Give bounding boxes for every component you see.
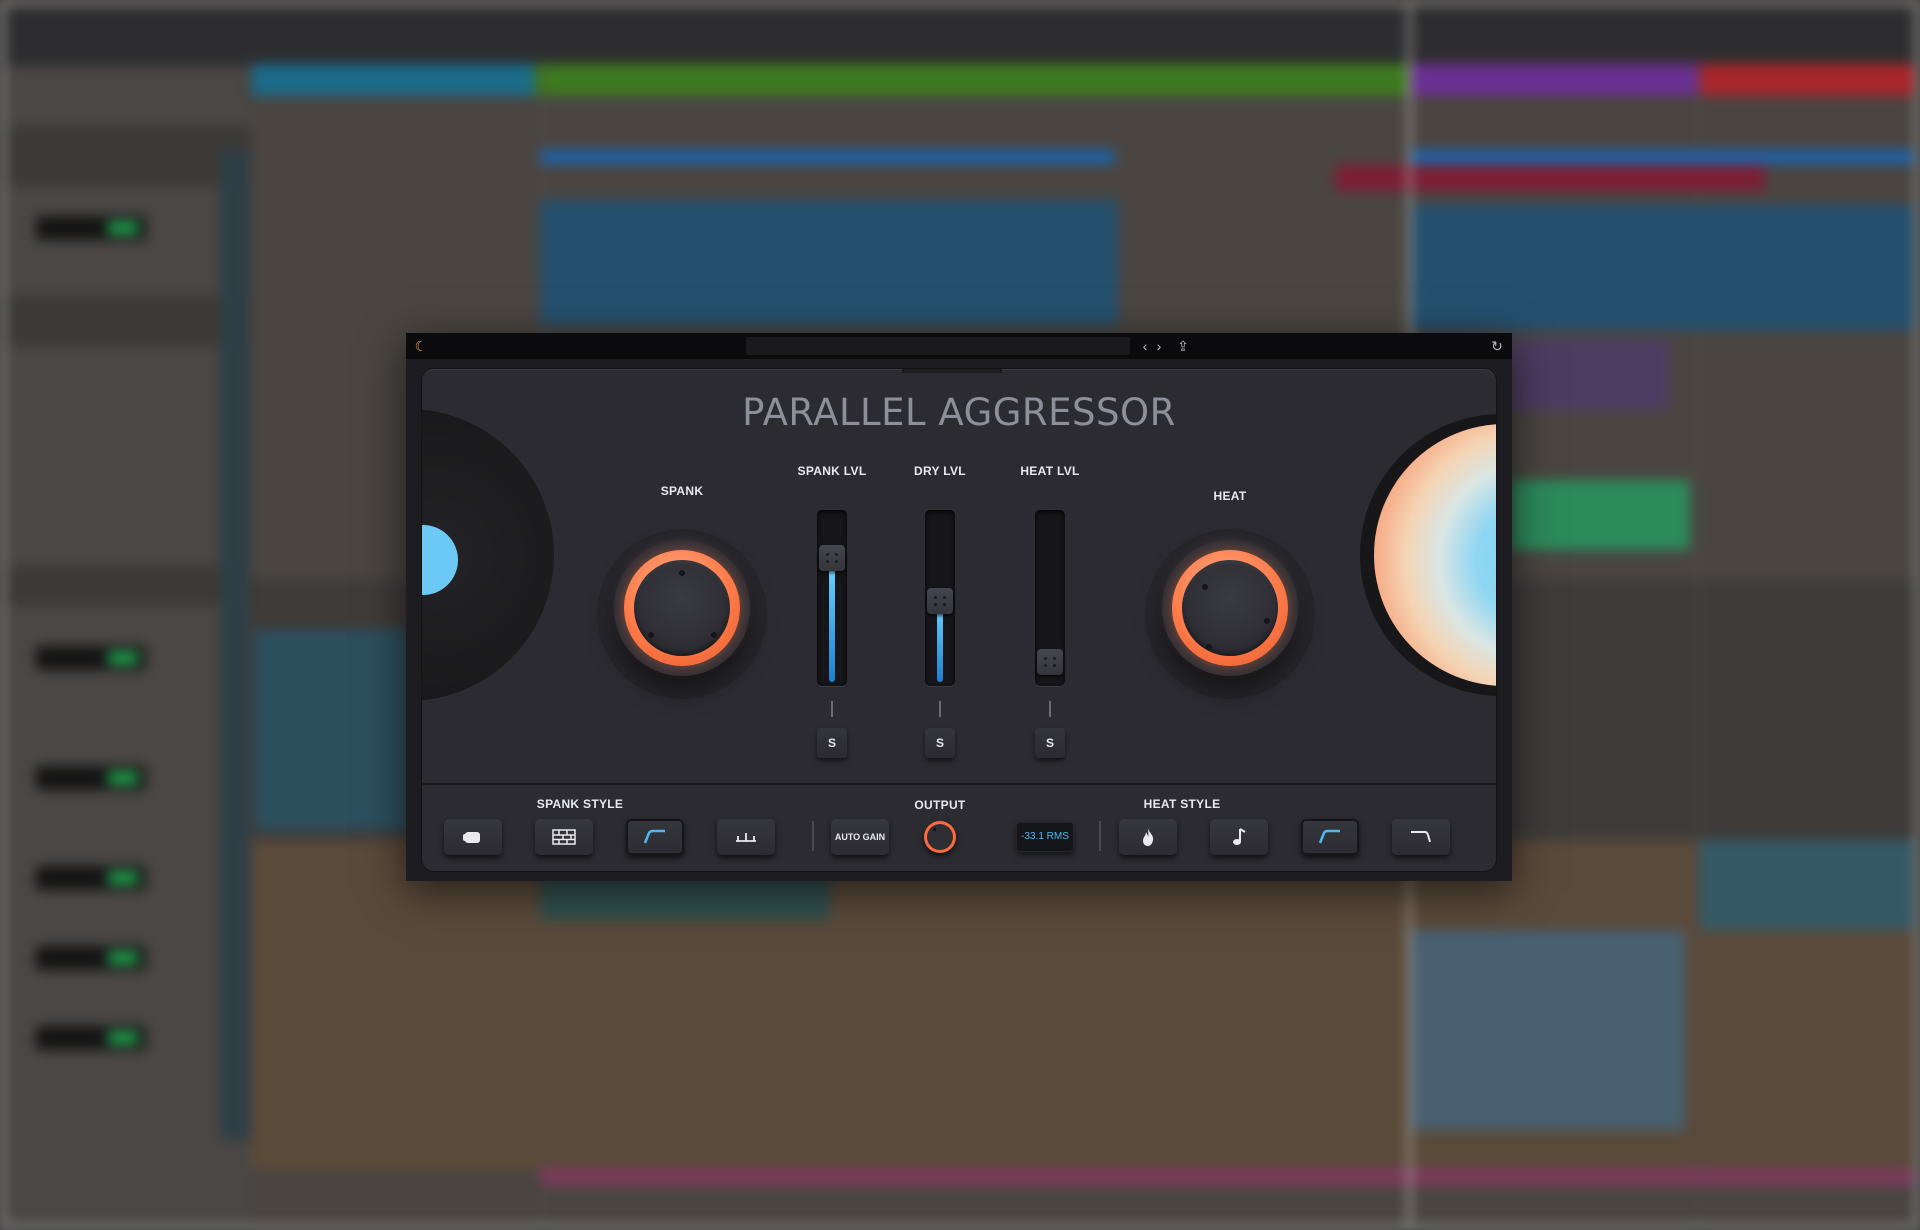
heat-solo-button[interactable]: S [1035, 728, 1065, 758]
chevron-left-icon[interactable]: ‹ [1138, 337, 1152, 355]
heat-knob[interactable] [1162, 540, 1298, 676]
heat-lvl-fader[interactable] [1035, 510, 1065, 686]
heat-lvl-fader-handle[interactable] [1037, 648, 1063, 675]
spank-lvl-fader[interactable] [817, 510, 847, 686]
output-knob[interactable] [924, 821, 956, 853]
auto-gain-button[interactable]: AUTO GAIN [831, 819, 889, 855]
plugin-panel: PARALLEL AGGRESSOR SPANK HEAT SPANK LVL … [422, 369, 1496, 871]
spank-lvl-fader-handle[interactable] [819, 545, 845, 572]
music-note-icon[interactable] [1210, 819, 1268, 855]
dry-lvl-label: DRY LVL [914, 464, 966, 478]
heat-lvl-label: HEAT LVL [1020, 464, 1080, 478]
moon-icon[interactable]: ☾ [412, 337, 430, 355]
spank-knob[interactable] [614, 540, 750, 676]
preset-name-field[interactable] [746, 337, 1130, 355]
reset-icon[interactable]: ↻ [1488, 337, 1506, 355]
chevron-right-icon[interactable]: › [1152, 337, 1166, 355]
spank-label: SPANK [660, 484, 704, 498]
plugin-title: PARALLEL AGGRESSOR [742, 391, 1176, 434]
dry-lvl-fader-handle[interactable] [927, 587, 953, 614]
plugin-titlebar: ☾ ‹ › ⇪ ↻ [406, 333, 1512, 359]
spank-solo-button[interactable]: S [817, 728, 847, 758]
heat-visualizer [1360, 414, 1496, 696]
spank-visualizer [422, 409, 554, 701]
dry-lvl-fader[interactable] [925, 510, 955, 686]
export-icon[interactable]: ⇪ [1174, 337, 1192, 355]
brick-wall-icon[interactable] [535, 819, 593, 855]
output-label: OUTPUT [914, 798, 966, 812]
knee-curve-icon[interactable] [626, 819, 684, 855]
heat-style-label: HEAT STYLE [1143, 797, 1221, 811]
output-rms-meter: -33.1 RMS [1016, 822, 1074, 852]
high-cut-icon[interactable] [1392, 819, 1450, 855]
flame-icon[interactable] [1119, 819, 1177, 855]
fist-icon[interactable] [444, 819, 502, 855]
spank-style-label: SPANK STYLE [536, 797, 624, 811]
dry-solo-button[interactable]: S [925, 728, 955, 758]
knee-curve-icon[interactable] [1301, 819, 1359, 855]
floor-icon[interactable] [717, 819, 775, 855]
spank-lvl-label: SPANK LVL [797, 464, 867, 478]
heat-label: HEAT [1213, 489, 1247, 503]
plugin-window: ☾ ‹ › ⇪ ↻ PARALLEL AGGRESSOR SPANK HEAT [406, 333, 1512, 881]
